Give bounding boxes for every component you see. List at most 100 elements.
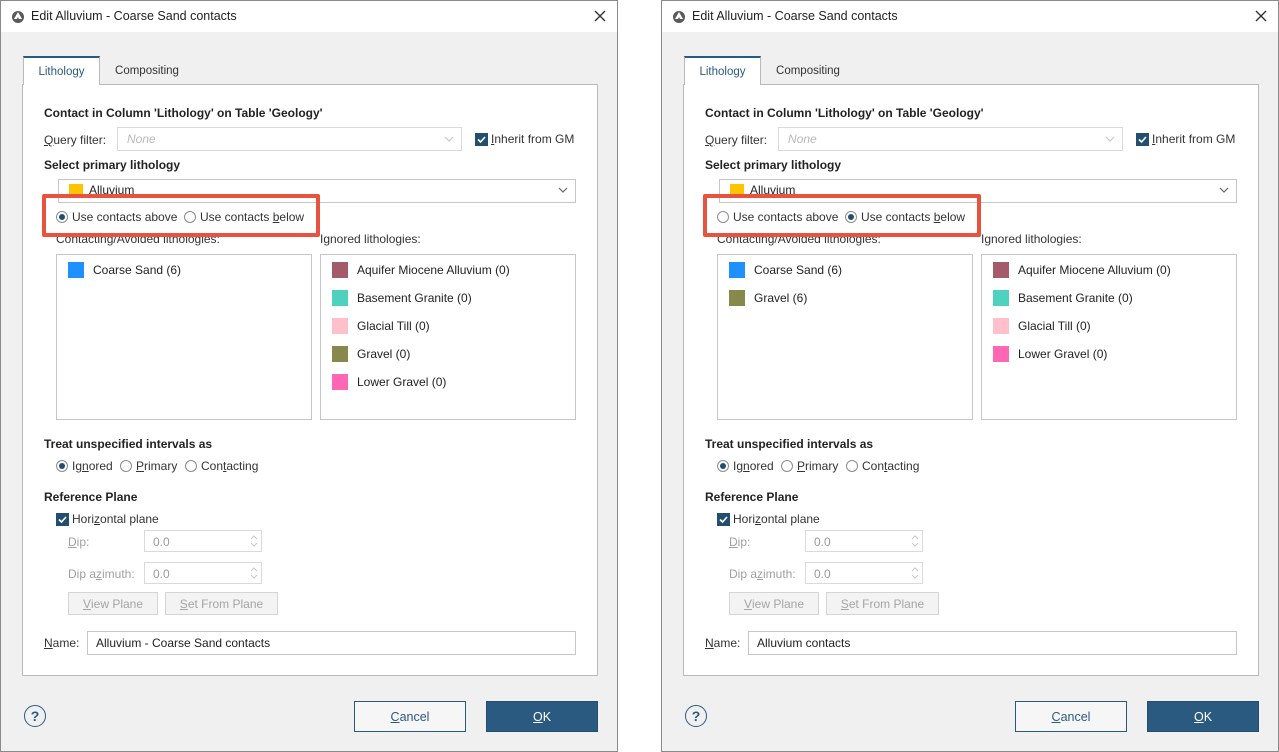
lithology-name: Aquifer Miocene Alluvium (0) [1018,263,1171,277]
dip-azimuth-value: 0.0 [153,567,170,581]
edit-contacts-dialog-below: Edit Alluvium - Coarse Sand contacts Lit… [661,0,1279,752]
set-from-plane-button[interactable]: Set From Plane [826,592,939,615]
dip-azimuth-input[interactable]: 0.0 [805,562,923,584]
lithology-name: Glacial Till (0) [357,319,430,333]
highlight-box [703,194,981,237]
lithology-swatch [68,262,84,278]
query-filter-label: Query filter: [44,133,107,147]
inherit-from-gm-checkbox[interactable] [475,133,488,146]
treat-contacting-label: Contacting [862,459,920,473]
lithology-swatch [332,374,348,390]
help-button[interactable]: ? [24,705,46,727]
ignored-lithologies-list[interactable]: Aquifer Miocene Alluvium (0) Basement Gra… [320,254,576,420]
title-bar: Edit Alluvium - Coarse Sand contacts [1,1,617,32]
name-label: Name: [44,636,80,650]
treat-unspecified-heading: Treat unspecified intervals as [44,437,213,451]
primary-lithology-heading: Select primary lithology [705,158,842,172]
chevron-down-icon [444,136,454,142]
view-plane-button[interactable]: View Plane [729,592,819,615]
dip-label: Dip: [68,535,90,549]
view-plane-button[interactable]: View Plane [68,592,158,615]
lithology-swatch [729,262,745,278]
tab-compositing[interactable]: Compositing [762,56,854,85]
set-from-plane-button[interactable]: Set From Plane [165,592,278,615]
dip-azimuth-label: Dip azimuth: [729,567,796,581]
lithology-name: Glacial Till (0) [1018,319,1091,333]
chevron-down-icon [1105,136,1115,142]
lithology-name: Coarse Sand (6) [93,263,182,277]
inherit-from-gm-checkbox[interactable] [1136,133,1149,146]
lithology-name: Lower Gravel (0) [1018,347,1108,361]
dip-azimuth-value: 0.0 [814,567,831,581]
lithology-name: Gravel (6) [754,291,808,305]
treat-ignored-label: Ignored [733,459,774,473]
treat-ignored-radio[interactable] [717,460,729,472]
help-icon: ? [30,708,40,724]
lithology-swatch [332,262,348,278]
spin-arrows-icon [911,567,919,579]
close-button[interactable] [1250,5,1272,27]
ok-button[interactable]: OK [486,701,598,732]
window-title: Edit Alluvium - Coarse Sand contacts [31,9,237,23]
contacting-lithologies-list[interactable]: Coarse Sand (6) [56,254,312,420]
app-logo-icon [673,11,685,23]
treat-contacting-label: Contacting [201,459,259,473]
treat-contacting-radio[interactable] [185,460,197,472]
dip-input[interactable]: 0.0 [144,530,262,552]
treat-primary-label: Primary [797,459,839,473]
help-icon: ? [691,708,701,724]
name-label: Name: [705,636,741,650]
app-logo-icon [12,11,24,23]
horizontal-plane-checkbox[interactable] [56,513,69,526]
contact-heading: Contact in Column 'Lithology' on Table '… [705,106,984,120]
name-input[interactable]: Alluvium contacts [748,631,1237,655]
primary-lithology-heading: Select primary lithology [44,158,181,172]
checkmark-icon [477,136,486,144]
cancel-button[interactable]: Cancel [354,701,466,732]
query-filter-dropdown[interactable]: None [117,127,462,151]
treat-primary-radio[interactable] [120,460,132,472]
query-filter-placeholder: None [788,132,817,146]
treat-contacting-radio[interactable] [846,460,858,472]
help-button[interactable]: ? [685,705,707,727]
treat-primary-label: Primary [136,459,178,473]
checkmark-icon [1138,136,1147,144]
lithology-name: Lower Gravel (0) [357,375,447,389]
dip-value: 0.0 [814,535,831,549]
close-icon [594,10,606,22]
query-filter-dropdown[interactable]: None [778,127,1123,151]
tab-lithology[interactable]: Lithology [23,56,100,85]
lithology-swatch [993,346,1009,362]
contacting-lithologies-list[interactable]: Coarse Sand (6) Gravel (6) [717,254,973,420]
dip-azimuth-label: Dip azimuth: [68,567,135,581]
treat-ignored-radio[interactable] [56,460,68,472]
dip-azimuth-input[interactable]: 0.0 [144,562,262,584]
ignored-lithologies-label: Ignored lithologies: [981,232,1082,246]
tab-lithology[interactable]: Lithology [684,56,761,85]
title-bar: Edit Alluvium - Coarse Sand contacts [662,1,1278,32]
ignored-lithologies-list[interactable]: Aquifer Miocene Alluvium (0) Basement Gra… [981,254,1237,420]
chevron-down-icon [1219,187,1229,193]
cancel-button[interactable]: Cancel [1015,701,1127,732]
reference-plane-heading: Reference Plane [44,490,138,504]
lithology-name: Basement Granite (0) [357,291,472,305]
treat-primary-radio[interactable] [781,460,793,472]
query-filter-label: Query filter: [705,133,768,147]
dip-label: Dip: [729,535,751,549]
inherit-from-gm-label: Inherit from GM [491,132,575,146]
tab-compositing[interactable]: Compositing [101,56,193,85]
close-button[interactable] [589,5,611,27]
inherit-from-gm-label: Inherit from GM [1152,132,1236,146]
window-title: Edit Alluvium - Coarse Sand contacts [692,9,898,23]
chevron-down-icon [558,187,568,193]
lithology-name: Aquifer Miocene Alluvium (0) [357,263,510,277]
horizontal-plane-checkbox[interactable] [717,513,730,526]
ok-button[interactable]: OK [1147,701,1259,732]
horizontal-plane-label: Horizontal plane [72,512,159,526]
spin-arrows-icon [250,535,258,547]
highlight-box [42,194,320,237]
ignored-lithologies-label: Ignored lithologies: [320,232,421,246]
name-input[interactable]: Alluvium - Coarse Sand contacts [87,631,576,655]
dip-input[interactable]: 0.0 [805,530,923,552]
lithology-swatch [993,290,1009,306]
